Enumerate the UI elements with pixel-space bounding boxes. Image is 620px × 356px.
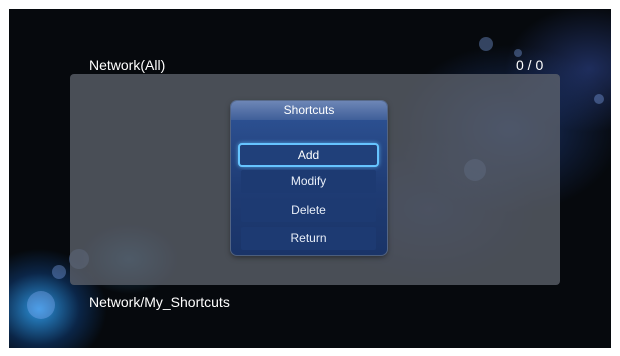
item-counter: 0 / 0 bbox=[516, 57, 544, 73]
menu-item-modify[interactable]: Modify bbox=[241, 170, 376, 193]
bokeh-dot bbox=[594, 94, 604, 104]
bokeh-dot bbox=[479, 37, 493, 51]
bokeh-dot bbox=[27, 291, 55, 319]
bokeh-dot bbox=[514, 49, 522, 57]
shortcuts-dialog: Shortcuts Add Modify Delete Return bbox=[231, 101, 387, 255]
page-title: Network(All) bbox=[89, 57, 166, 73]
breadcrumb: Network/My_Shortcuts bbox=[89, 294, 230, 310]
menu-item-add[interactable]: Add bbox=[238, 143, 379, 167]
dialog-title: Shortcuts bbox=[231, 101, 387, 120]
bokeh-dot bbox=[52, 265, 66, 279]
menu-item-delete[interactable]: Delete bbox=[241, 199, 376, 222]
menu-item-return[interactable]: Return bbox=[241, 227, 376, 250]
